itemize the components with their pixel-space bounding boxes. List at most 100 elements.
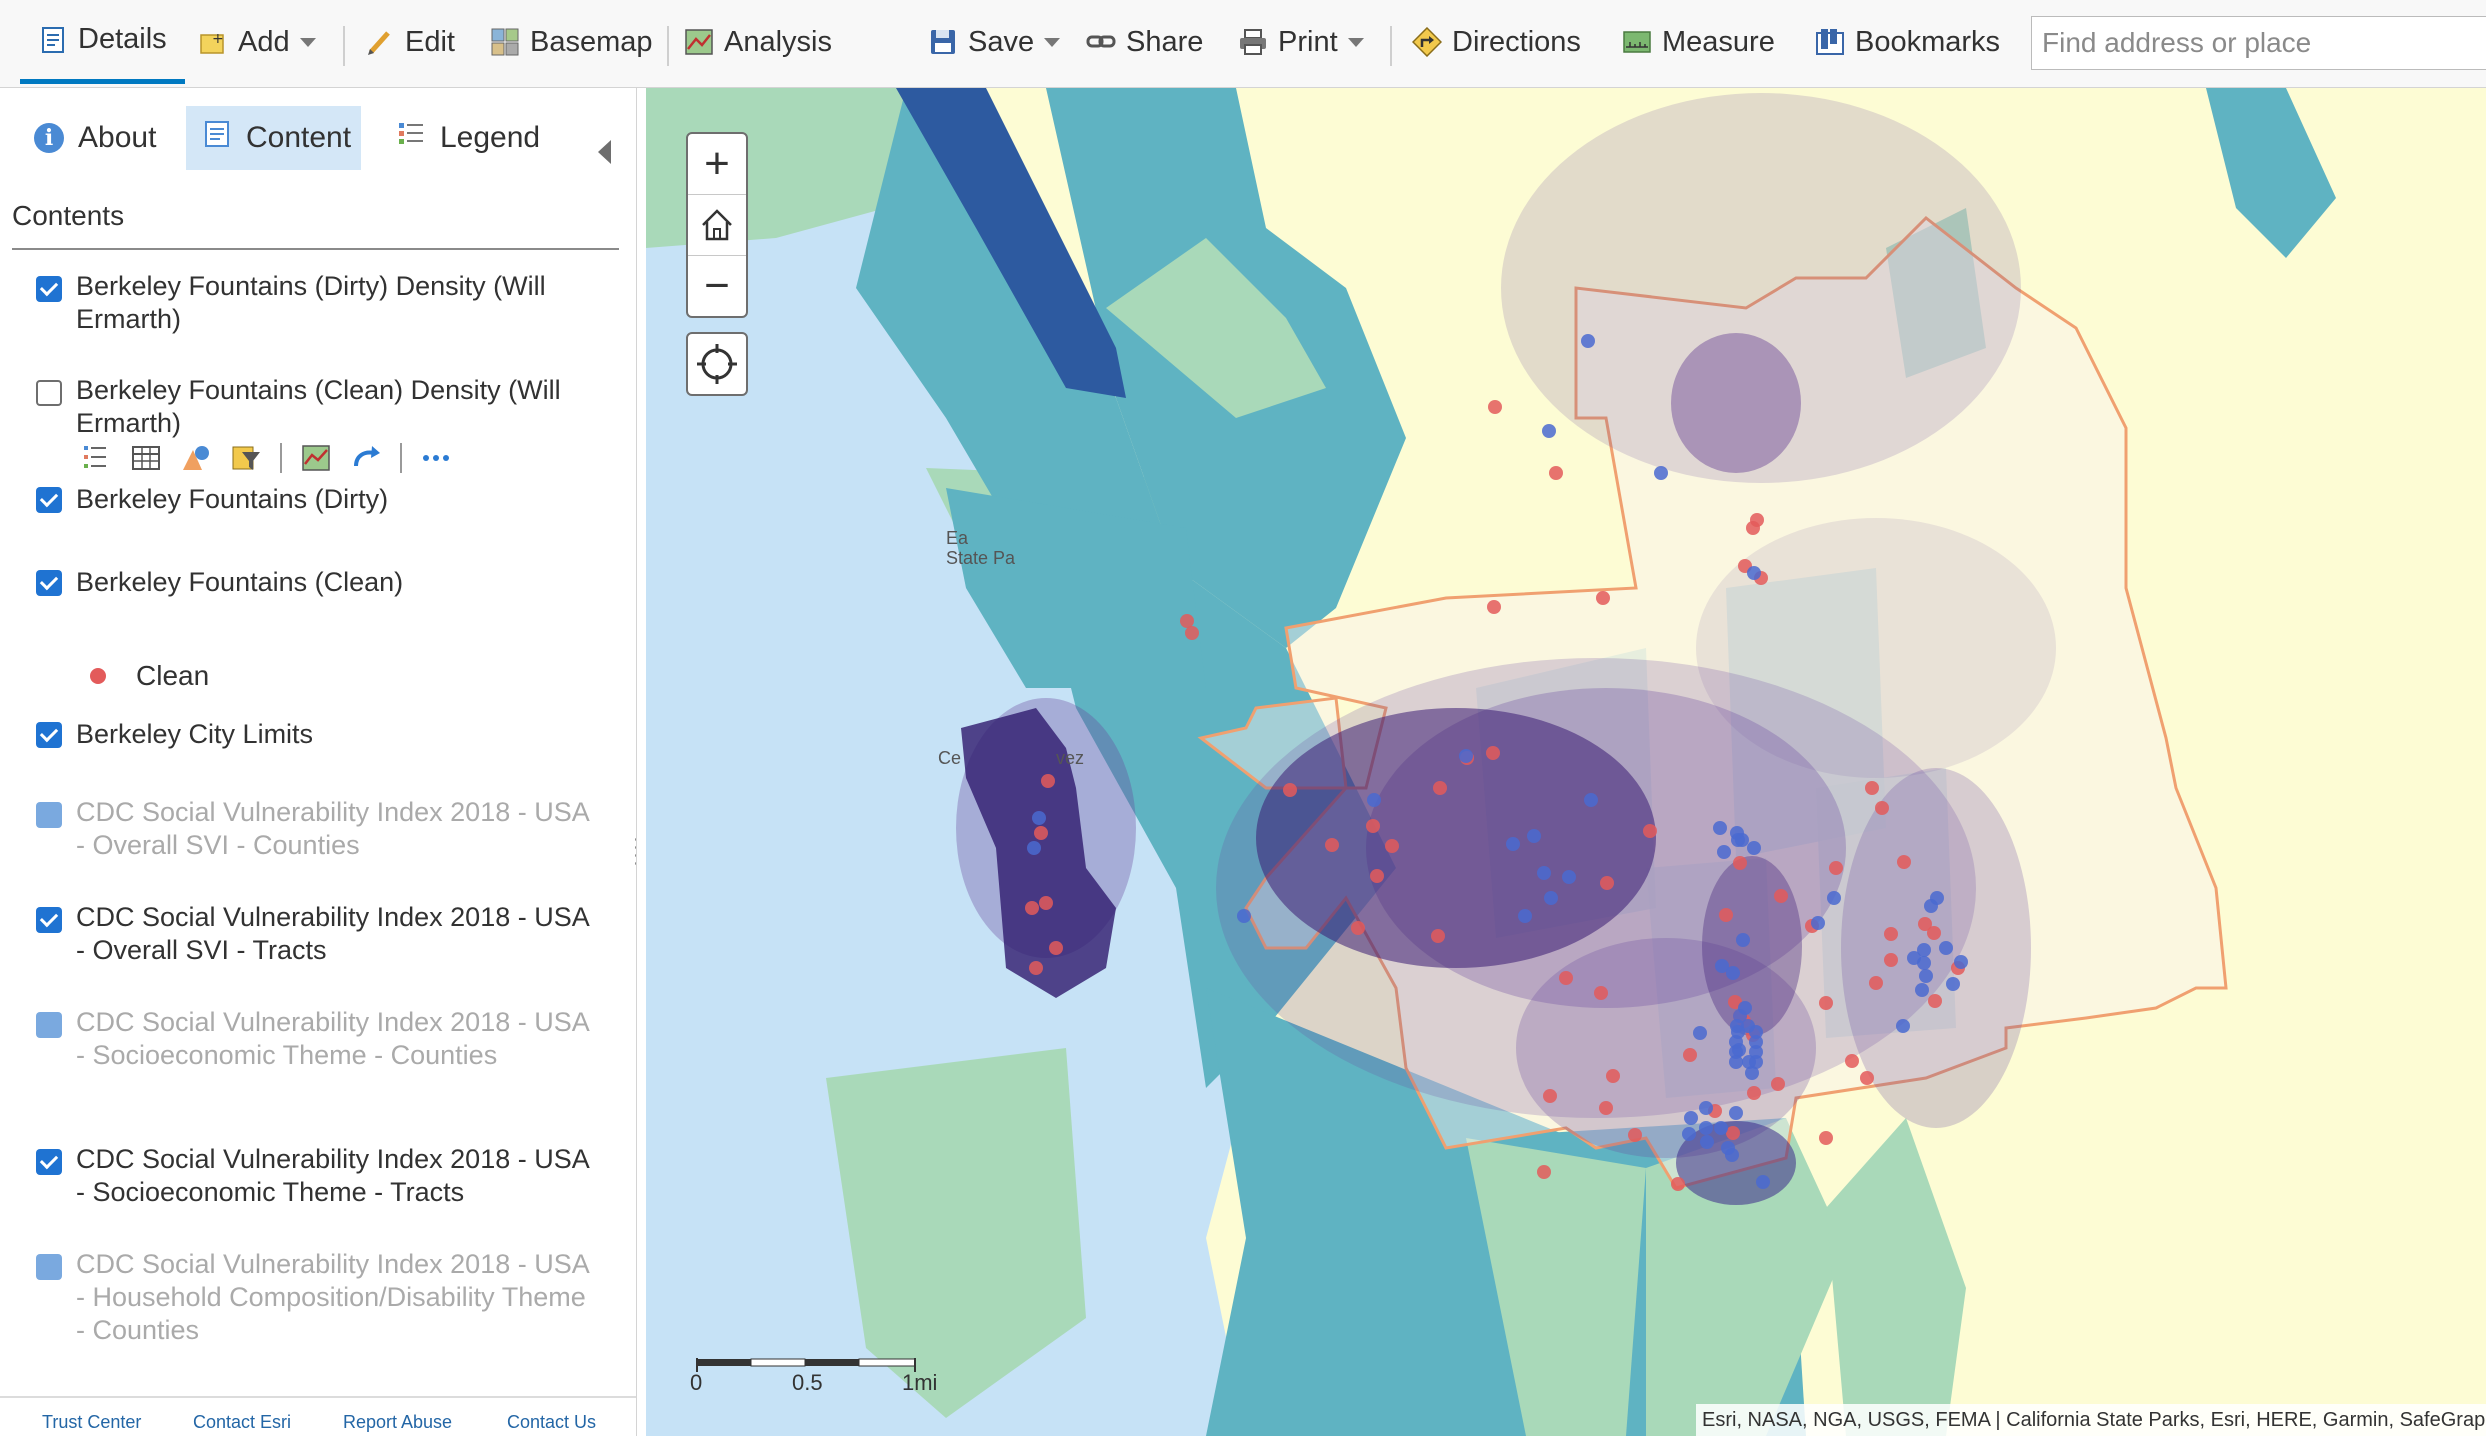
layer-item[interactable]: Berkeley Fountains (Clean) Density (Will… xyxy=(0,374,620,440)
print-button[interactable]: Print xyxy=(1238,0,1364,84)
layer-visibility-checkbox[interactable] xyxy=(36,802,62,828)
layer-name[interactable]: Berkeley Fountains (Clean) Density (Will… xyxy=(76,374,596,440)
toolbar-divider xyxy=(667,26,669,66)
change-style-icon[interactable] xyxy=(180,442,212,474)
content-panel: i About Content Legend Contents Berkeley… xyxy=(0,88,637,1436)
map-canvas[interactable] xyxy=(646,88,2486,1436)
layer-item[interactable]: CDC Social Vulnerability Index 2018 - US… xyxy=(0,1248,620,1388)
layer-item[interactable]: Berkeley Fountains (Clean) xyxy=(0,566,620,606)
pencil-icon xyxy=(365,27,395,57)
filter-icon[interactable] xyxy=(230,442,262,474)
chevron-down-icon xyxy=(299,37,316,47)
layer-visibility-checkbox[interactable] xyxy=(36,1149,62,1175)
home-button[interactable] xyxy=(688,195,746,256)
refresh-icon[interactable] xyxy=(350,442,382,474)
place-label: Ce xyxy=(938,748,962,768)
analysis-button[interactable]: Analysis xyxy=(684,0,832,84)
scale-label: 0.5 xyxy=(792,1370,823,1395)
details-label: Details xyxy=(78,23,167,55)
layer-item[interactable]: CDC Social Vulnerability Index 2018 - US… xyxy=(0,901,620,971)
contents-heading: Contents xyxy=(12,200,125,231)
share-link-icon xyxy=(1086,27,1116,57)
search-input[interactable] xyxy=(2031,16,2486,70)
panel-resize-handle[interactable] xyxy=(633,838,636,878)
layer-item[interactable]: CDC Social Vulnerability Index 2018 - US… xyxy=(0,1006,620,1111)
place-label: Ea xyxy=(946,528,969,548)
layer-item[interactable]: Berkeley Fountains (Dirty) xyxy=(0,483,620,523)
save-button[interactable]: Save xyxy=(928,0,1061,84)
basemap-label: Basemap xyxy=(530,25,653,58)
contact-us-link[interactable]: Contact Us xyxy=(507,1412,596,1433)
scale-labels: 0 0.5 1mi xyxy=(690,1370,946,1400)
zoom-out-button[interactable]: − xyxy=(688,256,746,316)
layer-name[interactable]: CDC Social Vulnerability Index 2018 - US… xyxy=(76,796,596,862)
trust-center-link[interactable]: Trust Center xyxy=(42,1412,141,1433)
save-label: Save xyxy=(968,25,1035,58)
collapse-panel-icon[interactable] xyxy=(598,140,611,164)
more-options-icon[interactable] xyxy=(420,442,452,474)
footer-links: Trust Center Contact Esri Report Abuse C… xyxy=(0,1396,636,1436)
locate-button[interactable] xyxy=(688,334,746,394)
save-icon xyxy=(928,27,958,57)
show-legend-icon[interactable] xyxy=(80,442,112,474)
zoom-in-button[interactable]: + xyxy=(688,134,746,195)
edit-button[interactable]: Edit xyxy=(365,0,455,84)
place-label: vez xyxy=(1056,748,1085,768)
layer-name[interactable]: Berkeley Fountains (Dirty) xyxy=(76,483,596,516)
add-button[interactable]: + Add xyxy=(198,0,316,84)
layer-visibility-checkbox[interactable] xyxy=(36,380,62,406)
tab-content-label: Content xyxy=(246,121,352,154)
directions-button[interactable]: Directions xyxy=(1411,0,1581,84)
contact-esri-link[interactable]: Contact Esri xyxy=(193,1412,291,1433)
layer-item[interactable]: CDC Social Vulnerability Index 2018 - US… xyxy=(0,796,620,866)
layer-visibility-checkbox[interactable] xyxy=(36,907,62,933)
printer-icon xyxy=(1238,27,1268,57)
layer-visibility-checkbox[interactable] xyxy=(36,1012,62,1038)
tab-legend[interactable]: Legend xyxy=(380,106,556,170)
layer-name[interactable]: Berkeley Fountains (Dirty) Density (Will… xyxy=(76,270,596,336)
chevron-down-icon xyxy=(1044,37,1061,47)
layer-visibility-checkbox[interactable] xyxy=(36,487,62,513)
tab-about[interactable]: i About xyxy=(18,106,172,170)
map-view[interactable]: Ea State Pa Ce vez + − 0 0.5 1mi Esri, N… xyxy=(646,88,2486,1436)
svg-text:+: + xyxy=(212,31,224,47)
measure-button[interactable]: Measure xyxy=(1622,0,1775,84)
layer-item[interactable]: Berkeley City Limits xyxy=(0,718,620,758)
toolbar: Details + Add Edit Basemap Analysis Save xyxy=(0,0,2486,88)
basemap-icon xyxy=(490,27,520,57)
zoom-controls: + − xyxy=(686,132,748,318)
layer-name[interactable]: CDC Social Vulnerability Index 2018 - US… xyxy=(76,1006,596,1072)
analysis-icon[interactable] xyxy=(300,442,332,474)
scale-label: 0 xyxy=(690,1370,703,1395)
add-label: Add xyxy=(238,25,290,58)
scale-label: 1mi xyxy=(902,1370,938,1395)
layer-visibility-checkbox[interactable] xyxy=(36,1254,62,1280)
layer-item[interactable]: CDC Social Vulnerability Index 2018 - US… xyxy=(0,1143,620,1213)
tab-content[interactable]: Content xyxy=(186,106,361,170)
toolbar-divider xyxy=(343,26,345,66)
share-label: Share xyxy=(1126,25,1204,58)
directions-icon xyxy=(1411,26,1443,58)
tool-divider xyxy=(400,443,402,473)
red-dot-icon xyxy=(90,668,106,684)
share-button[interactable]: Share xyxy=(1086,0,1203,84)
report-abuse-link[interactable]: Report Abuse xyxy=(343,1412,452,1433)
details-button[interactable]: Details xyxy=(20,0,185,84)
layer-item[interactable]: Berkeley Fountains (Dirty) Density (Will… xyxy=(0,270,620,340)
basemap-button[interactable]: Basemap xyxy=(490,0,653,84)
layer-name[interactable]: Berkeley Fountains (Clean) xyxy=(76,566,596,599)
layer-name[interactable]: CDC Social Vulnerability Index 2018 - US… xyxy=(76,901,596,967)
directions-label: Directions xyxy=(1452,25,1581,58)
layer-visibility-checkbox[interactable] xyxy=(36,722,62,748)
bookmarks-button[interactable]: Bookmarks xyxy=(1815,0,2000,84)
layer-name[interactable]: Berkeley City Limits xyxy=(76,718,596,751)
measure-label: Measure xyxy=(1662,25,1775,58)
layer-name[interactable]: CDC Social Vulnerability Index 2018 - US… xyxy=(76,1248,596,1347)
table-icon[interactable] xyxy=(130,442,162,474)
analysis-icon xyxy=(684,27,714,57)
content-list-icon xyxy=(202,119,232,157)
divider xyxy=(12,248,619,250)
layer-visibility-checkbox[interactable] xyxy=(36,570,62,596)
layer-name[interactable]: CDC Social Vulnerability Index 2018 - US… xyxy=(76,1143,596,1209)
layer-visibility-checkbox[interactable] xyxy=(36,276,62,302)
